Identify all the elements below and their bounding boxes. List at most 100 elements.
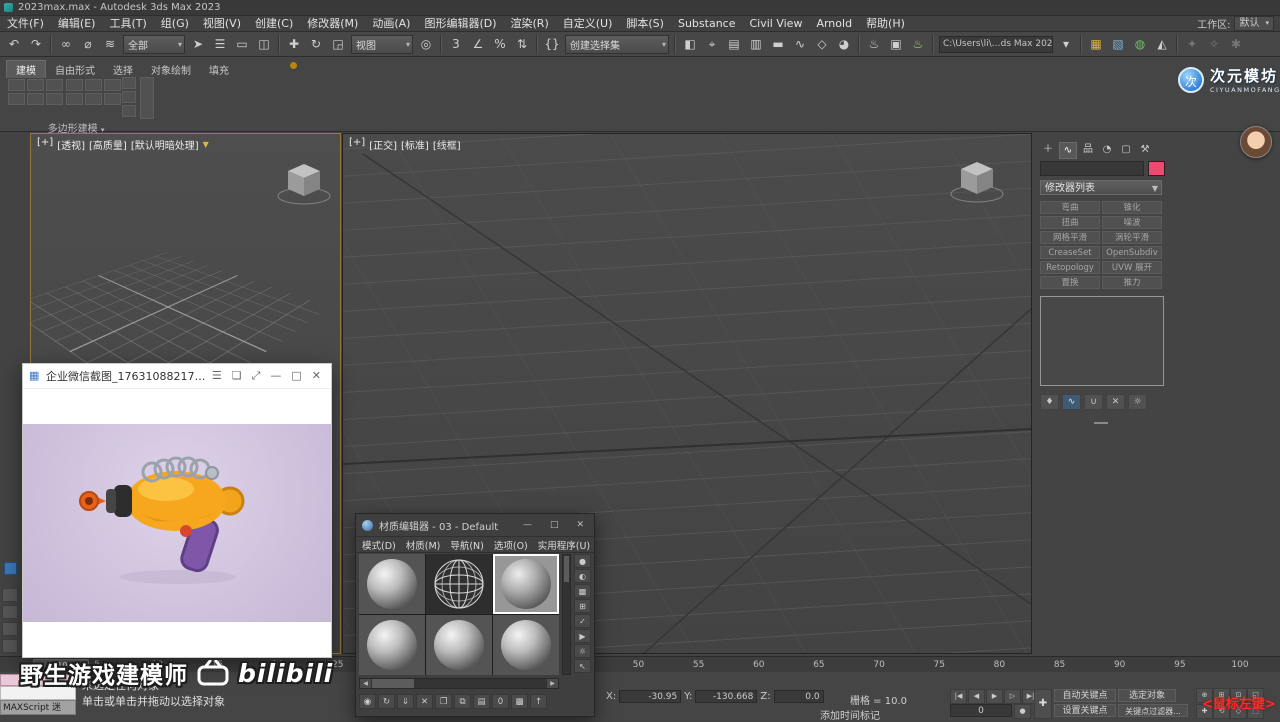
backlight-icon[interactable]: ◐ (574, 569, 591, 583)
menu-item-4[interactable]: 组(G) (154, 16, 196, 31)
modifier-button[interactable]: CreaseSet (1040, 246, 1100, 259)
schematic-view-icon[interactable]: ◇ (812, 34, 832, 54)
select-and-rotate-icon[interactable]: ↻ (306, 34, 326, 54)
play-icon[interactable]: ▶ (986, 689, 1003, 704)
material-id-icon[interactable]: 0 (492, 694, 509, 709)
material-slot-1[interactable] (359, 554, 425, 614)
key-mode-toggle-icon[interactable]: ● (1014, 704, 1031, 719)
viewport-tab-icon[interactable] (2, 605, 18, 619)
timeline-tick-80[interactable]: 80 (989, 660, 1009, 670)
sample-tiling-icon[interactable]: ⊞ (574, 599, 591, 613)
wechat-close-icon[interactable]: ✕ (312, 369, 321, 383)
ribbon-tab-对象绘制[interactable]: 对象绘制 (142, 61, 200, 78)
select-and-move-icon[interactable]: ✚ (284, 34, 304, 54)
extra-tool-a-icon[interactable]: ✦ (1182, 34, 1202, 54)
modifier-button[interactable]: 置换 (1040, 276, 1100, 289)
align-icon[interactable]: ⌖ (702, 34, 722, 54)
modifier-list-dropdown[interactable]: 修改器列表 ▼ (1040, 180, 1162, 195)
sample-slots-hscrollbar[interactable]: ◀ ▶ (359, 678, 559, 689)
menu-item-2[interactable]: 编辑(E) (51, 16, 103, 31)
next-frame-icon[interactable]: ▷ (1004, 689, 1021, 704)
modifier-button[interactable]: 推力 (1102, 276, 1162, 289)
material-slot-6[interactable] (493, 615, 559, 675)
spinner-snap-icon[interactable]: ⇅ (512, 34, 532, 54)
ribbon-tab-建模[interactable]: 建模 (6, 60, 46, 78)
wechat-fullscreen-icon[interactable]: ⤢ (252, 369, 261, 383)
viewport-label-part[interactable]: [正交] (369, 137, 397, 152)
me-menu-导航(N)[interactable]: 导航(N) (450, 538, 484, 552)
ribbon-tool-button[interactable] (122, 77, 136, 89)
menu-item-16[interactable]: 帮助(H) (859, 16, 912, 31)
rollout-handle[interactable] (1094, 422, 1108, 424)
menu-item-10[interactable]: 渲染(R) (504, 16, 556, 31)
viewport-label-part[interactable]: [+] (37, 137, 53, 152)
set-key-button[interactable]: 设置关键点 (1054, 704, 1116, 717)
timeline-tick-95[interactable]: 95 (1170, 660, 1190, 670)
make-unique-icon[interactable]: ∪ (1084, 394, 1103, 410)
pin-stack-icon[interactable]: ♦ (1040, 394, 1059, 410)
named-selection-sets-dropdown[interactable]: 创建选择集 ▾ (565, 34, 669, 54)
viewport-label-part[interactable]: [+] (349, 137, 365, 152)
reference-coordinate-dropdown[interactable]: 视图 ▾ (351, 34, 413, 54)
ribbon-tool-button[interactable] (66, 93, 83, 105)
selection-filter-dropdown[interactable]: 全部 ▾ (123, 34, 185, 54)
angle-snap-icon[interactable]: ∠ (468, 34, 488, 54)
put-to-library-icon[interactable]: ▤ (473, 694, 490, 709)
selection-filter-icon[interactable]: ▼ (203, 140, 209, 149)
me-menu-模式(D)[interactable]: 模式(D) (362, 538, 396, 552)
render-setup-icon[interactable]: ♨ (864, 34, 884, 54)
me-menu-选项(O)[interactable]: 选项(O) (494, 538, 528, 552)
redo-icon[interactable]: ↷ (26, 34, 46, 54)
material-slot-2[interactable] (426, 554, 492, 614)
show-end-result-icon[interactable]: ∿ (1062, 394, 1081, 410)
percent-snap-icon[interactable]: % (490, 34, 510, 54)
wechat-menu-icon[interactable]: ☰ (212, 369, 222, 383)
menu-item-15[interactable]: Arnold (809, 16, 859, 31)
ribbon-tool-button[interactable] (122, 105, 136, 117)
select-by-material-icon[interactable]: ↖ (574, 659, 591, 673)
me-menu-材质(M)[interactable]: 材质(M) (406, 538, 441, 552)
extra-tool-c-icon[interactable]: ✱ (1226, 34, 1246, 54)
material-slot-3[interactable] (493, 554, 559, 614)
viewport-tab-icon[interactable] (2, 588, 18, 602)
background-icon[interactable]: ▩ (574, 584, 591, 598)
mirror-icon[interactable]: ◧ (680, 34, 700, 54)
show-map-icon[interactable]: ▩ (511, 694, 528, 709)
scroll-right-icon[interactable]: ▶ (547, 679, 558, 688)
workspace-dropdown[interactable]: 默认 ▾ (1234, 16, 1274, 31)
put-to-scene-icon[interactable]: ↻ (378, 694, 395, 709)
ribbon-tool-button[interactable] (85, 93, 102, 105)
viewport-label-part[interactable]: [透视] (57, 137, 85, 152)
state-sets-icon[interactable]: ▧ (1108, 34, 1128, 54)
create-tab-icon[interactable]: ＋ (1040, 142, 1056, 157)
modifier-button[interactable]: 涡轮平滑 (1102, 231, 1162, 244)
undo-icon[interactable]: ↶ (4, 34, 24, 54)
material-slot-4[interactable] (359, 615, 425, 675)
wechat-maximize-icon[interactable]: □ (291, 369, 301, 383)
reset-map-icon[interactable]: ✕ (416, 694, 433, 709)
material-library-icon[interactable]: ▦ (1086, 34, 1106, 54)
sample-type-icon[interactable]: ● (574, 554, 591, 568)
previous-frame-icon[interactable]: ◀ (968, 689, 985, 704)
selection-set-dropdown[interactable]: 选定对象 (1118, 689, 1176, 702)
civil-view-check-icon[interactable]: ◍ (1130, 34, 1150, 54)
make-unique-icon[interactable]: ⧉ (454, 694, 471, 709)
menu-item-1[interactable]: 文件(F) (0, 16, 51, 31)
ribbon-tool-button[interactable] (8, 93, 25, 105)
scrollbar-thumb[interactable] (564, 556, 569, 582)
ribbon-tool-button[interactable] (27, 93, 44, 105)
modifier-button[interactable]: UVW 展开 (1102, 261, 1162, 274)
remove-modifier-icon[interactable]: ✕ (1106, 394, 1125, 410)
ribbon-tool-button[interactable] (8, 79, 25, 91)
menu-item-8[interactable]: 动画(A) (365, 16, 417, 31)
go-to-start-icon[interactable]: |◀ (950, 689, 967, 704)
ribbon-tool-button[interactable] (104, 79, 121, 91)
ribbon-tool-button[interactable] (66, 79, 83, 91)
viewport-label-part[interactable]: [高质量] (89, 137, 127, 152)
viewport-label-part[interactable]: [线框] (433, 137, 461, 152)
wechat-minimize-icon[interactable]: — (270, 369, 281, 383)
snaps-toggle-icon[interactable]: 3 (446, 34, 466, 54)
object-name-field[interactable] (1040, 161, 1144, 176)
select-and-scale-icon[interactable]: ◲ (328, 34, 348, 54)
make-copy-icon[interactable]: ❐ (435, 694, 452, 709)
